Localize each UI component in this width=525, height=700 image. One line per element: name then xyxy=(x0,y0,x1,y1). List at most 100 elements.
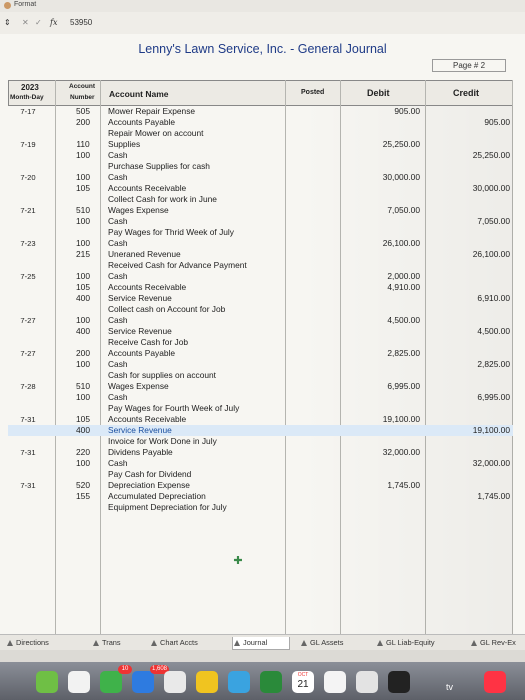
table-row[interactable]: 155 Accumulated Depreciation 1,745.00 xyxy=(8,491,513,502)
table-row[interactable]: Repair Mower on account xyxy=(8,128,513,139)
table-row[interactable]: 215 Uneraned Revenue 26,100.00 xyxy=(8,249,513,260)
entry-date[interactable]: 7-31 xyxy=(10,480,46,491)
table-row[interactable]: 7-28 510 Wages Expense 6,995.00 xyxy=(8,381,513,392)
account-name[interactable]: Repair Mower on account xyxy=(108,128,203,139)
account-name[interactable]: Accounts Receivable xyxy=(108,414,186,425)
account-name[interactable]: Service Revenue xyxy=(108,326,172,337)
journal-sheet[interactable]: Lenny's Lawn Service, Inc. - General Jou… xyxy=(0,34,525,634)
account-name[interactable]: Accounts Receivable xyxy=(108,282,186,293)
account-number[interactable]: 105 xyxy=(70,183,96,194)
entry-date[interactable]: 7-31 xyxy=(10,447,46,458)
account-number[interactable]: 105 xyxy=(70,282,96,293)
table-row[interactable]: 200 Accounts Payable 905.00 xyxy=(8,117,513,128)
entry-date[interactable]: 7-19 xyxy=(10,139,46,150)
account-name[interactable]: Receive Cash for Job xyxy=(108,337,188,348)
calendar-icon[interactable]: OCT 21 xyxy=(292,671,314,693)
table-row[interactable]: 7-19 110 Supplies 25,250.00 xyxy=(8,139,513,150)
credit-amount[interactable]: 30,000.00 xyxy=(440,183,510,194)
tab-gl-assets[interactable]: GL Assets xyxy=(300,637,343,649)
account-number[interactable]: 215 xyxy=(70,249,96,260)
credit-amount[interactable]: 32,000.00 xyxy=(440,458,510,469)
account-name[interactable]: Cash xyxy=(108,238,128,249)
table-row[interactable]: 7-31 220 Dividens Payable 32,000.00 xyxy=(8,447,513,458)
account-name[interactable]: Cash xyxy=(108,458,128,469)
credit-amount[interactable]: 19,100.00 xyxy=(440,425,510,436)
account-name[interactable]: Collect Cash for work in June xyxy=(108,194,217,205)
account-name[interactable]: Cash xyxy=(108,315,128,326)
debit-amount[interactable]: 32,000.00 xyxy=(350,447,420,458)
entry-date[interactable]: 7-25 xyxy=(10,271,46,282)
account-number[interactable]: 100 xyxy=(70,315,96,326)
account-number[interactable]: 220 xyxy=(70,447,96,458)
account-number[interactable]: 400 xyxy=(70,425,96,436)
table-row[interactable]: 7-27 200 Accounts Payable 2,825.00 xyxy=(8,348,513,359)
cell-stepper-icon[interactable]: ⇕ xyxy=(4,18,11,27)
account-name[interactable]: Purchase Supplies for cash xyxy=(108,161,210,172)
table-row[interactable]: Equipment Depreciation for July xyxy=(8,502,513,513)
entry-date[interactable]: 7-28 xyxy=(10,381,46,392)
debit-amount[interactable]: 30,000.00 xyxy=(350,172,420,183)
table-row[interactable]: 7-21 510 Wages Expense 7,050.00 xyxy=(8,205,513,216)
table-row[interactable]: 100 Cash 2,825.00 xyxy=(8,359,513,370)
table-row[interactable]: 100 Cash 32,000.00 xyxy=(8,458,513,469)
table-row[interactable]: Pay Wages for Fourth Week of July xyxy=(8,403,513,414)
table-row[interactable]: Collect cash on Account for Job xyxy=(8,304,513,315)
credit-amount[interactable]: 6,910.00 xyxy=(440,293,510,304)
table-row[interactable]: 400 Service Revenue 6,910.00 xyxy=(8,293,513,304)
account-name[interactable]: Accumulated Depreciation xyxy=(108,491,206,502)
tab-gl-rev-ex[interactable]: GL Rev-Ex xyxy=(470,637,516,649)
table-row[interactable]: 7-31 105 Accounts Receivable 19,100.00 xyxy=(8,414,513,425)
accept-icon[interactable]: ✓ xyxy=(35,18,42,27)
account-number[interactable]: 100 xyxy=(70,271,96,282)
function-icon[interactable]: fx xyxy=(50,18,57,27)
account-name[interactable]: Cash xyxy=(108,359,128,370)
numbers-icon[interactable] xyxy=(260,671,282,693)
notes-icon[interactable] xyxy=(196,671,218,693)
reminders-icon[interactable] xyxy=(324,671,346,693)
credit-amount[interactable]: 4,500.00 xyxy=(440,326,510,337)
music-icon[interactable] xyxy=(484,671,506,693)
debit-amount[interactable]: 26,100.00 xyxy=(350,238,420,249)
entry-date[interactable]: 7-20 xyxy=(10,172,46,183)
account-name[interactable]: Pay Cash for Dividend xyxy=(108,469,191,480)
account-name[interactable]: Pay Wages for Fourth Week of July xyxy=(108,403,239,414)
account-name[interactable]: Received Cash for Advance Payment xyxy=(108,260,247,271)
account-name[interactable]: Collect cash on Account for Job xyxy=(108,304,225,315)
format-icon[interactable] xyxy=(4,2,11,9)
account-number[interactable]: 200 xyxy=(70,348,96,359)
account-number[interactable]: 100 xyxy=(70,458,96,469)
tab-trans[interactable]: Trans xyxy=(92,637,121,649)
photos-icon[interactable] xyxy=(68,671,90,693)
credit-amount[interactable]: 905.00 xyxy=(440,117,510,128)
mail-icon[interactable] xyxy=(132,671,154,693)
account-number[interactable]: 400 xyxy=(70,293,96,304)
account-number[interactable]: 105 xyxy=(70,414,96,425)
account-name[interactable]: Supplies xyxy=(108,139,140,150)
entry-date[interactable]: 7-23 xyxy=(10,238,46,249)
table-row[interactable]: 7-17 505 Mower Repair Expense 905.00 xyxy=(8,106,513,117)
table-row[interactable]: 105 Accounts Receivable 30,000.00 xyxy=(8,183,513,194)
credit-amount[interactable]: 1,745.00 xyxy=(440,491,510,502)
debit-amount[interactable]: 1,745.00 xyxy=(350,480,420,491)
tab-chart-accts[interactable]: Chart Accts xyxy=(150,637,198,649)
entry-date[interactable]: 7-27 xyxy=(10,315,46,326)
account-name[interactable]: Accounts Receivable xyxy=(108,183,186,194)
format-menu[interactable]: Format xyxy=(14,1,36,8)
account-number[interactable]: 100 xyxy=(70,216,96,227)
account-number[interactable]: 505 xyxy=(70,106,96,117)
entry-date[interactable]: 7-27 xyxy=(10,348,46,359)
maps-icon[interactable] xyxy=(164,671,186,693)
account-number[interactable]: 100 xyxy=(70,238,96,249)
account-name[interactable]: Accounts Payable xyxy=(108,348,175,359)
account-name[interactable]: Service Revenue xyxy=(108,425,172,436)
table-row[interactable]: 7-31 520 Depreciation Expense 1,745.00 xyxy=(8,480,513,491)
contacts-icon[interactable] xyxy=(356,671,378,693)
tab-directions[interactable]: Directions xyxy=(6,637,49,649)
account-name[interactable]: Depreciation Expense xyxy=(108,480,190,491)
account-number[interactable]: 110 xyxy=(70,139,96,150)
debit-amount[interactable]: 2,000.00 xyxy=(350,271,420,282)
account-name[interactable]: Uneraned Revenue xyxy=(108,249,181,260)
account-number[interactable]: 510 xyxy=(70,205,96,216)
account-number[interactable]: 100 xyxy=(70,150,96,161)
table-row[interactable]: 400 Service Revenue 4,500.00 xyxy=(8,326,513,337)
